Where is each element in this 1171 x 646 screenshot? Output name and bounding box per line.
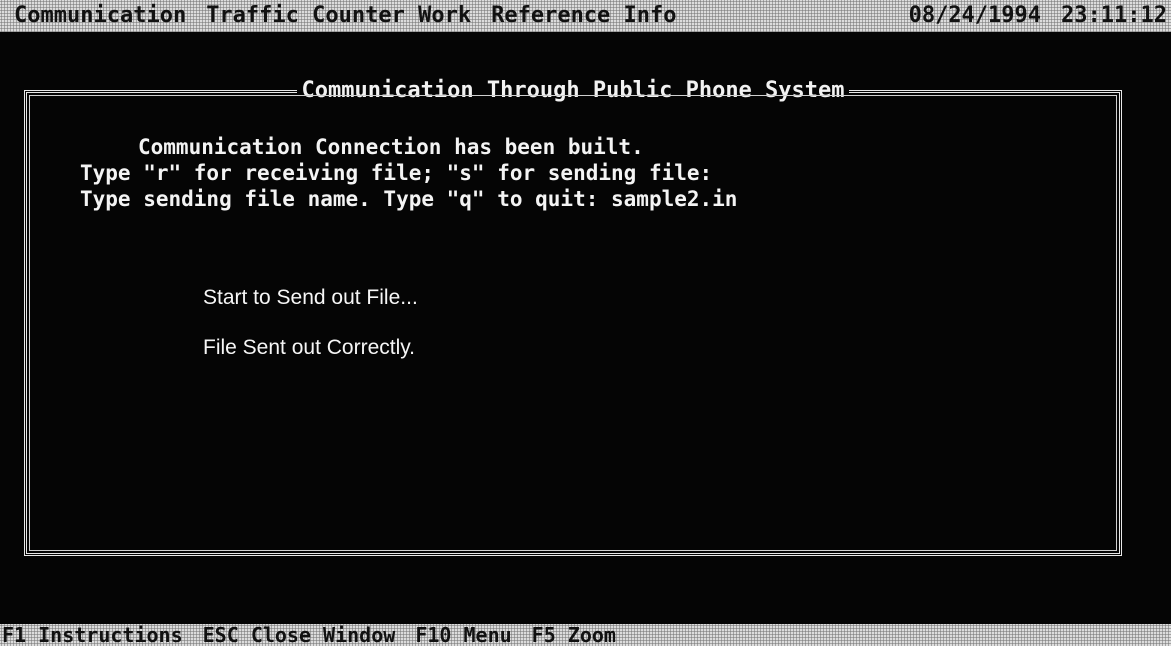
esc-key: ESC [202, 623, 239, 646]
menu-item-reference-info[interactable]: Reference Info [481, 1, 686, 31]
send-complete-message: File Sent out Correctly. [203, 336, 416, 359]
menu-label: Menu [463, 623, 512, 646]
receive-send-prompt: Type "r" for receiving file; "s" for sen… [80, 161, 713, 185]
terminal-screen: Communication Traffic Counter Work Refer… [0, 0, 1171, 646]
window-title: Communication Through Public Phone Syste… [297, 78, 849, 103]
status-item-instructions[interactable]: F1 Instructions [0, 620, 193, 646]
date-display: 08/24/1994 [908, 3, 1042, 28]
f1-key: F1 [2, 623, 27, 646]
f5-key: F5 [531, 623, 556, 646]
instructions-label: Instructions [38, 623, 183, 646]
status-item-menu[interactable]: F10 Menu [405, 620, 521, 646]
send-start-message: Start to Send out File... [203, 286, 418, 309]
f10-key: F10 [415, 623, 452, 646]
filename-prompt: Type sending file name. Type "q" to quit… [80, 187, 738, 211]
time-display: 23:11:12 [1061, 3, 1167, 28]
menu-item-communication[interactable]: Communication [0, 1, 196, 31]
connection-message: Communication Connection has been built. [138, 135, 644, 159]
zoom-label: Zoom [567, 623, 616, 646]
window-title-container: Communication Through Public Phone Syste… [27, 76, 1119, 106]
status-item-close-window[interactable]: ESC Close Window [193, 620, 406, 646]
status-bar: F1 Instructions ESC Close Window F10 Men… [0, 623, 1171, 646]
close-window-label: Close Window [250, 623, 396, 646]
menu-item-traffic-counter-work[interactable]: Traffic Counter Work [196, 1, 481, 31]
menu-bar: Communication Traffic Counter Work Refer… [0, 0, 1171, 32]
status-item-zoom[interactable]: F5 Zoom [522, 620, 626, 646]
